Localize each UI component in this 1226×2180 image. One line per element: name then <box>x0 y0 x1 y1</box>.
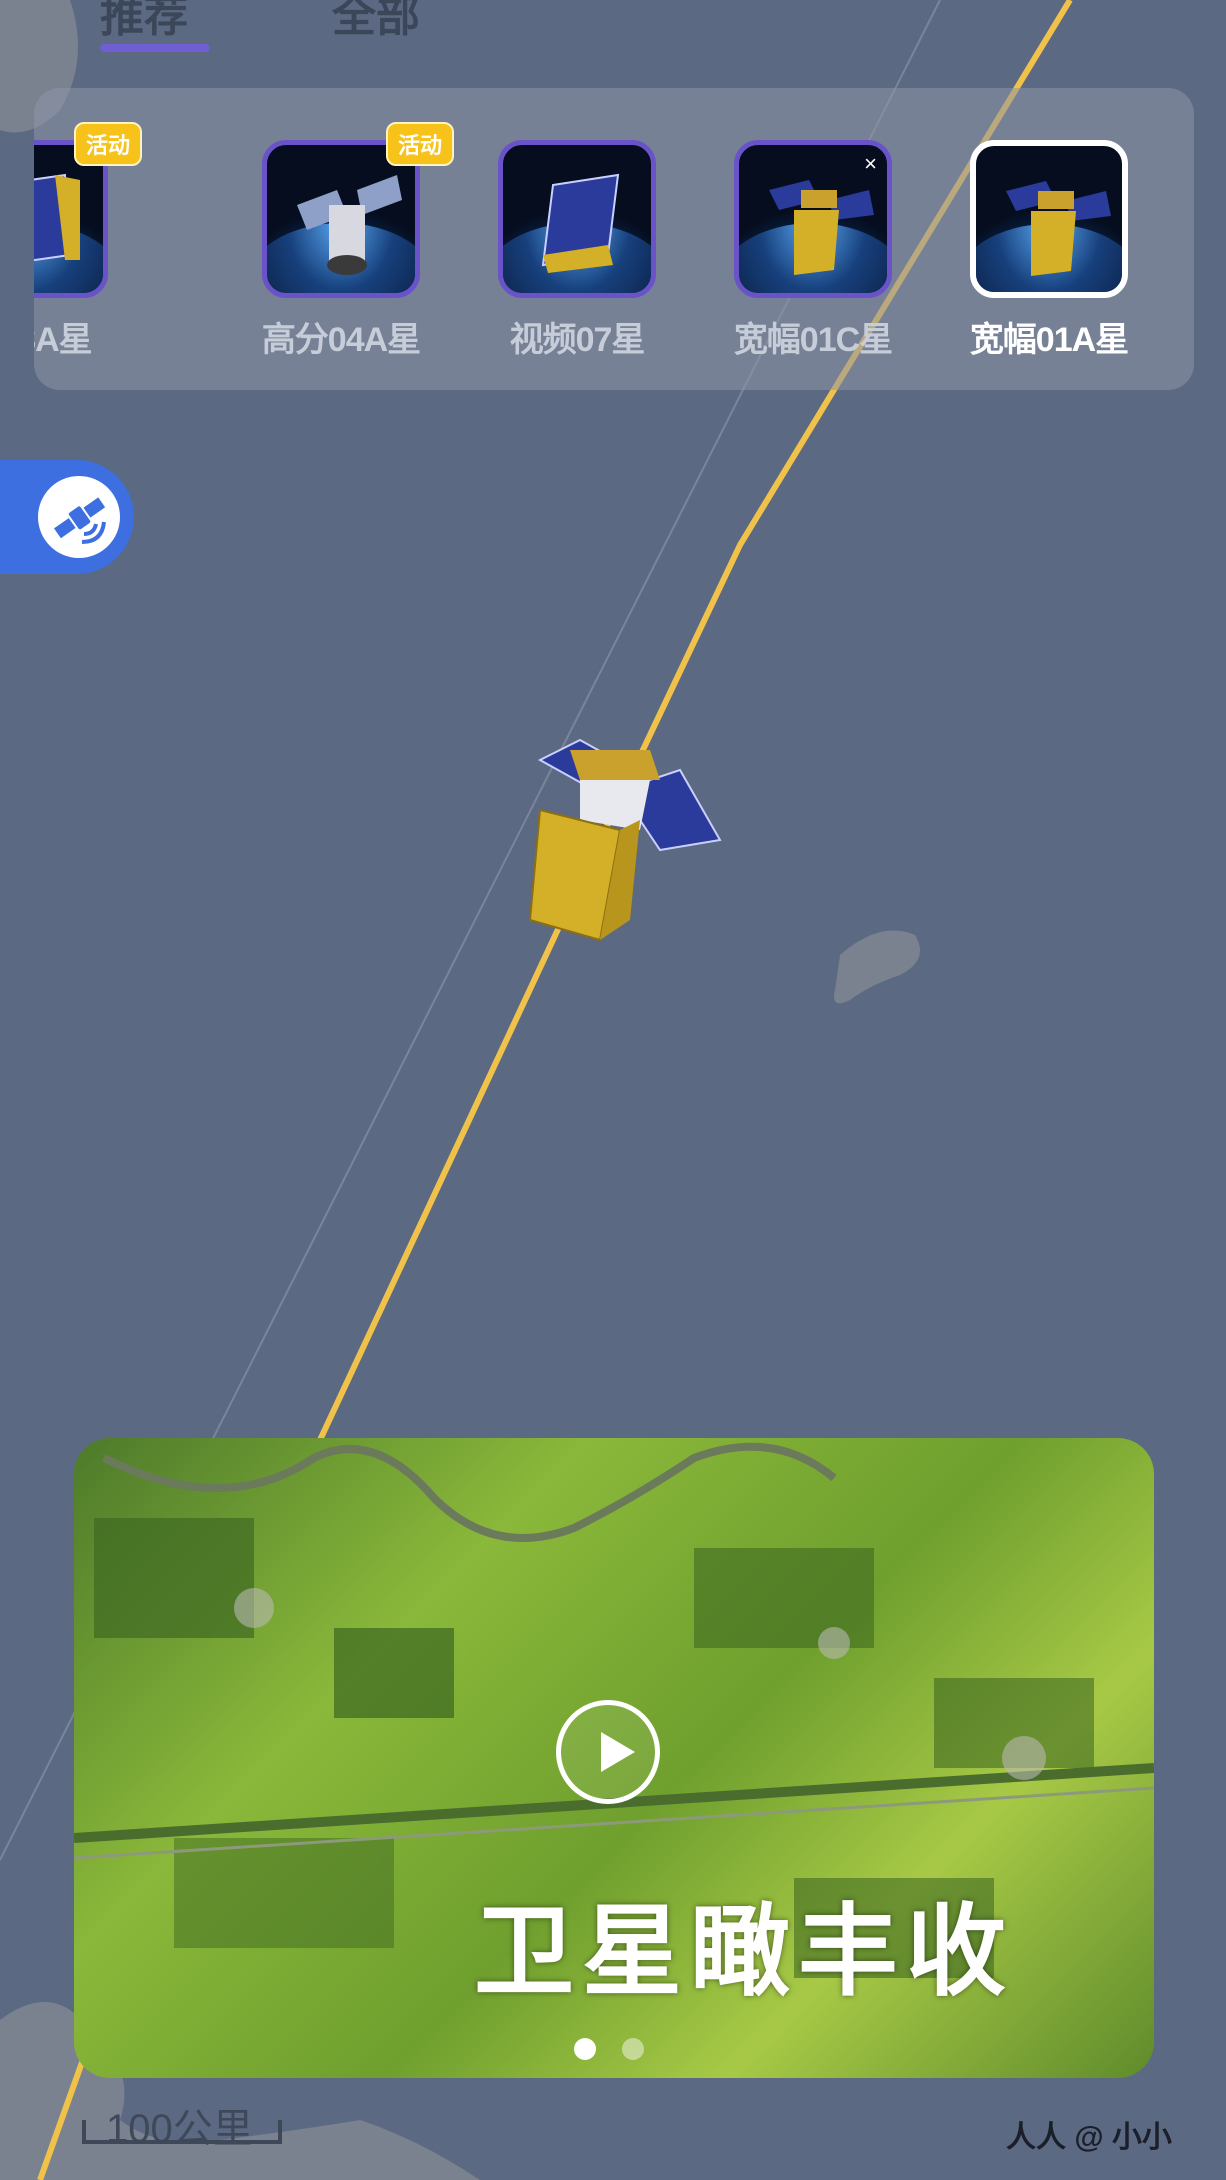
satellite-thumbnail <box>498 140 656 298</box>
satellite-label: 宽幅01C星 <box>733 321 893 359</box>
banner-title: 卫星瞰丰收 <box>474 1892 1014 2010</box>
satellite-item-gf04a[interactable]: 活动 高分04A星 <box>258 122 454 361</box>
satellite-item-kf01a[interactable]: 宽幅01A星 <box>966 140 1132 361</box>
close-icon[interactable]: × <box>864 151 877 177</box>
satellite-item-kf01c[interactable]: × 宽幅01C星 <box>730 140 896 361</box>
satellite-label: 视频07星 <box>509 321 646 359</box>
satellite-label: 宽幅01A星 <box>969 321 1129 359</box>
satellite-image <box>34 173 80 262</box>
carousel-dots <box>574 2038 670 2065</box>
tab-recommended[interactable]: 推荐 <box>100 0 188 44</box>
satellite-image <box>541 173 620 273</box>
satellite-icon <box>38 476 120 558</box>
activity-badge: 活动 <box>385 122 454 166</box>
satellite-item-video07[interactable]: 视频07星 <box>494 140 660 361</box>
satellite-item-gf03a[interactable]: 活动 分03A星 <box>34 122 142 361</box>
satellite-label: 分03A星 <box>34 321 93 359</box>
watermark: 人人 @ 小小 <box>1006 2121 1172 2154</box>
play-button[interactable] <box>556 1700 660 1804</box>
activity-badge: 活动 <box>73 122 142 166</box>
satellite-thumbnail: × <box>734 140 892 298</box>
satellite-thumbnail <box>970 140 1128 298</box>
satellite-marker <box>528 738 722 942</box>
satellite-image <box>1006 181 1111 276</box>
tab-all[interactable]: 全部 <box>332 0 420 44</box>
satellite-fab-button[interactable] <box>0 460 134 574</box>
dot-active[interactable] <box>574 2038 596 2060</box>
satellite-carousel[interactable]: 活动 分03A星 活动 高分04A星 视频07星 <box>34 88 1194 390</box>
harvest-video-banner[interactable]: 卫星瞰丰收 <box>74 1438 1154 2078</box>
island <box>834 930 920 1004</box>
scale-label: 100公里 <box>106 2107 253 2151</box>
satellite-image <box>297 175 402 275</box>
satellite-label: 高分04A星 <box>261 321 421 359</box>
dot-inactive[interactable] <box>622 2038 644 2060</box>
tab-underline <box>100 44 210 52</box>
map-scale-bar: 100公里 <box>82 2100 282 2151</box>
